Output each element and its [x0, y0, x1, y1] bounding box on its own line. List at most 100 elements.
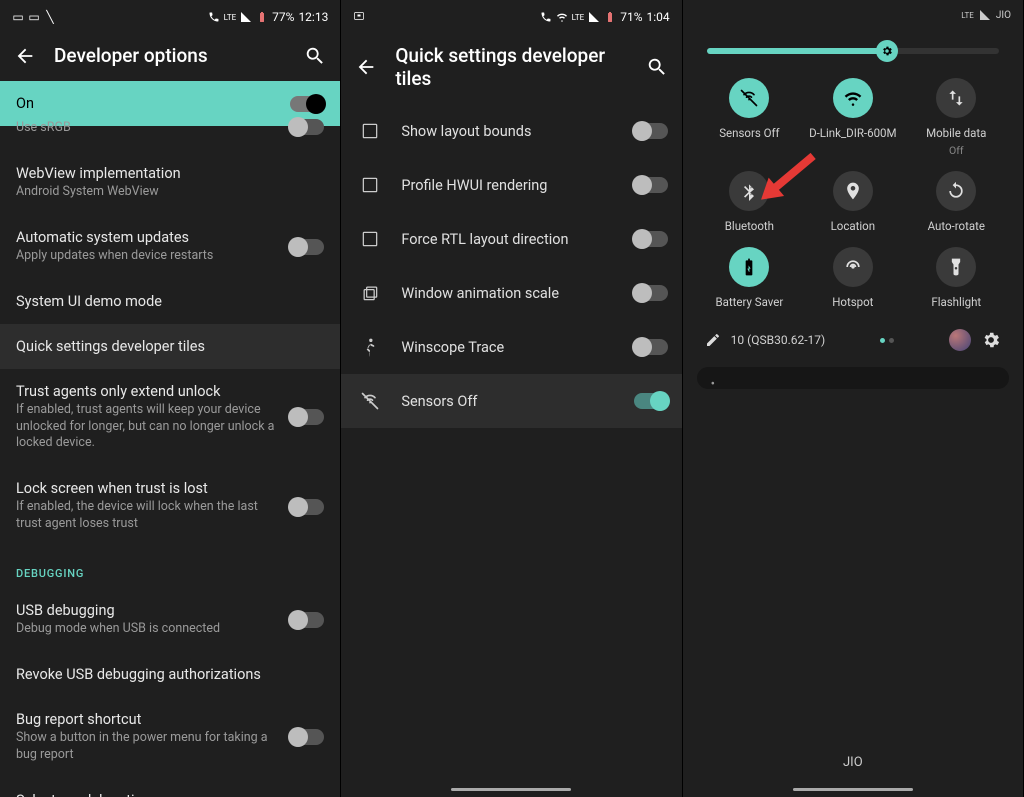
app-bar: Quick settings developer tiles [341, 30, 681, 104]
qs-tile-label: Mobile data [926, 126, 986, 140]
row-label: On [16, 95, 280, 112]
battery-icon [256, 11, 268, 23]
sensors-off-icon[interactable] [729, 78, 769, 118]
tile-row[interactable]: Window animation scale [341, 266, 681, 320]
hotspot-icon[interactable] [833, 247, 873, 287]
qs-tile-sensors-off[interactable]: Sensors Off [701, 78, 798, 157]
qs-tile-swap[interactable]: Mobile data Off [908, 78, 1005, 157]
toggle-switch[interactable] [634, 123, 668, 139]
toggle-switch[interactable] [634, 231, 668, 247]
row-label: Automatic system updates [16, 229, 280, 246]
brightness-thumb[interactable] [876, 40, 898, 62]
home-indicator[interactable] [793, 788, 913, 791]
qs-tile-battery-saver[interactable]: Battery Saver [701, 247, 798, 309]
carrier-footer: JIO [693, 755, 1013, 780]
page-title: Quick settings developer tiles [395, 44, 627, 90]
toggle-switch[interactable] [290, 729, 324, 745]
qs-tile-sublabel: Off [949, 144, 964, 157]
tile-row[interactable]: Profile HWUI rendering [341, 158, 681, 212]
toggle-switch[interactable] [290, 119, 324, 135]
row-sublabel: Apply updates when device restarts [16, 248, 280, 265]
toggle-switch[interactable] [634, 285, 668, 301]
settings-row[interactable]: System UI demo mode [0, 279, 340, 324]
settings-icon[interactable] [981, 330, 1001, 350]
notification-card[interactable]: • [697, 367, 1009, 389]
qs-tile-bluetooth[interactable]: Bluetooth [701, 171, 798, 233]
sensors-off-icon [355, 386, 385, 416]
qs-tile-rotate[interactable]: Auto-rotate [908, 171, 1005, 233]
settings-row[interactable]: Select mock location appNo mock location… [0, 778, 340, 797]
settings-row[interactable]: WebView implementation Android System Web… [0, 151, 340, 215]
settings-row[interactable]: Automatic system updates Apply updates wh… [0, 215, 340, 279]
carrier-label: JIO [996, 10, 1011, 21]
qs-tile-flashlight[interactable]: Flashlight [908, 247, 1005, 309]
toggle-switch[interactable] [290, 96, 324, 112]
row-sublabel: Android System WebView [16, 184, 314, 201]
settings-row[interactable]: Revoke USB debugging authorizations [0, 652, 340, 697]
qs-tile-label: Hotspot [832, 295, 873, 309]
edit-icon[interactable] [705, 332, 721, 348]
quick-settings-panel: LTE JIO Sensors OffD-Link_DIR-600MMobile… [683, 0, 1024, 797]
rotate-icon[interactable] [936, 171, 976, 211]
home-indicator[interactable] [451, 788, 571, 791]
signal-icon [240, 11, 252, 23]
row-label: Trust agents only extend unlock [16, 383, 280, 400]
swap-icon[interactable] [936, 78, 976, 118]
tile-label: Winscope Trace [401, 339, 617, 356]
location-icon[interactable] [833, 171, 873, 211]
winscope-icon [355, 332, 385, 362]
wifi-icon[interactable] [833, 78, 873, 118]
toggle-switch[interactable] [290, 239, 324, 255]
flashlight-icon[interactable] [936, 247, 976, 287]
status-bar: ▭ ▭ ╲ LTE 77% 12:13 [0, 0, 340, 30]
row-sublabel: If enabled, trust agents will keep your … [16, 402, 280, 453]
toggle-switch[interactable] [290, 499, 324, 515]
row-label: Revoke USB debugging authorizations [16, 666, 314, 683]
qs-tile-wifi[interactable]: D-Link_DIR-600M [804, 78, 901, 157]
brightness-slider[interactable] [707, 48, 999, 54]
settings-row[interactable]: Trust agents only extend unlock If enable… [0, 369, 340, 467]
phone-icon [208, 11, 220, 23]
build-number: 10 (QSB30.62-17) [731, 333, 826, 347]
settings-row[interactable]: Bug report shortcut Show a button in the … [0, 697, 340, 778]
row-label: WebView implementation [16, 165, 314, 182]
row-sublabel: Show a button in the power menu for taki… [16, 730, 280, 764]
qs-tile-label: Battery Saver [715, 295, 783, 309]
toggle-switch[interactable] [290, 612, 324, 628]
row-sublabel: Debug mode when USB is connected [16, 621, 280, 638]
settings-row[interactable]: Use sRGB [0, 118, 340, 151]
notification-icon: ╲ [44, 11, 56, 23]
tile-row[interactable]: Show layout bounds [341, 104, 681, 158]
qs-tile-hotspot[interactable]: Hotspot [804, 247, 901, 309]
notification-icon: ▭ [28, 11, 40, 23]
toggle-switch[interactable] [634, 177, 668, 193]
section-header-debugging: DEBUGGING [0, 547, 340, 588]
bluetooth-icon[interactable] [729, 171, 769, 211]
battery-saver-icon[interactable] [729, 247, 769, 287]
rtl-icon [355, 224, 385, 254]
cast-icon [353, 11, 365, 23]
settings-row[interactable]: Quick settings developer tiles [0, 324, 340, 369]
user-avatar[interactable] [949, 329, 971, 351]
settings-row[interactable]: USB debuggingDebug mode when USB is conn… [0, 588, 340, 652]
toggle-switch[interactable] [634, 393, 668, 409]
developer-options-screen: ▭ ▭ ╲ LTE 77% 12:13 Developer options On… [0, 0, 341, 797]
toggle-switch[interactable] [290, 409, 324, 425]
tile-row[interactable]: Winscope Trace [341, 320, 681, 374]
lte-badge: LTE [224, 13, 237, 22]
qs-tile-location[interactable]: Location [804, 171, 901, 233]
search-icon[interactable] [304, 45, 326, 67]
tile-row[interactable]: Sensors Off [341, 374, 681, 428]
toggle-switch[interactable] [634, 339, 668, 355]
quick-settings-tiles-screen: LTE 71% 1:04 Quick settings developer ti… [341, 0, 682, 797]
row-label: Bug report shortcut [16, 711, 280, 728]
qs-tile-label: Location [831, 219, 876, 233]
battery-percent: 71% [620, 10, 642, 24]
row-sublabel: Use sRGB [16, 120, 280, 137]
settings-row[interactable]: Lock screen when trust is lostIf enabled… [0, 466, 340, 547]
back-icon[interactable] [14, 45, 36, 67]
search-icon[interactable] [646, 56, 668, 78]
tile-row[interactable]: Force RTL layout direction [341, 212, 681, 266]
back-icon[interactable] [355, 56, 377, 78]
lte-badge: LTE [961, 11, 974, 20]
